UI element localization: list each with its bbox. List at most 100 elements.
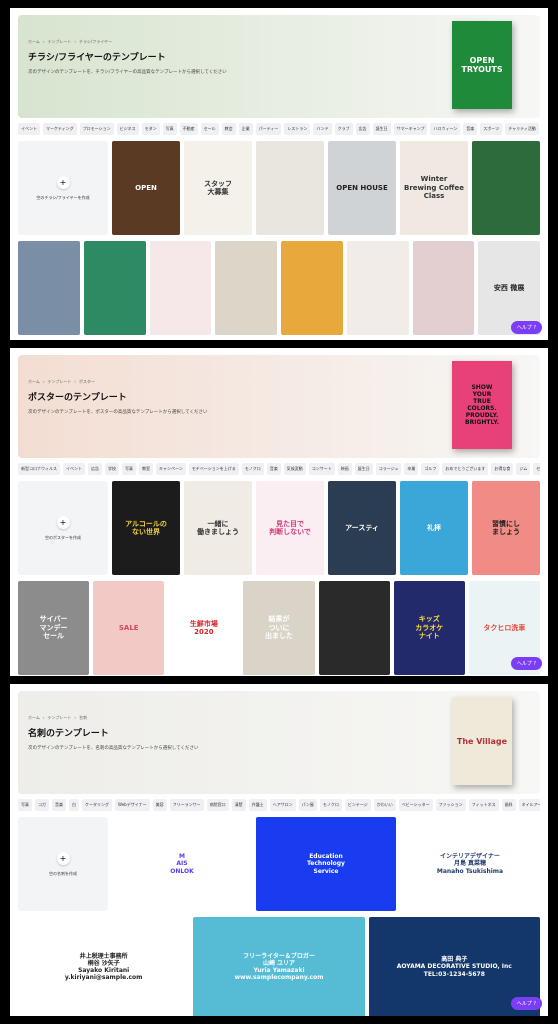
tag-chip[interactable]: フリーランサー (169, 798, 204, 811)
template-thumbnail[interactable]: アースティ (328, 481, 396, 575)
tag-chip[interactable]: キャンペーン (156, 462, 186, 475)
tag-chip[interactable]: おめでとうございます (442, 462, 489, 475)
tag-chip[interactable]: 新型コロナウィルス (18, 462, 60, 475)
tag-chip[interactable]: スポーツ (480, 122, 503, 135)
tag-chip[interactable]: レストラン (284, 122, 311, 135)
breadcrumb-item[interactable]: ホーム (28, 379, 40, 385)
tag-chip[interactable]: 音楽 (266, 462, 281, 475)
tag-chip[interactable]: 広告 (355, 122, 370, 135)
template-thumbnail[interactable] (346, 241, 409, 335)
template-thumbnail[interactable]: M AIS ONLOK (112, 817, 252, 911)
tag-chip[interactable]: パン屋 (298, 798, 317, 811)
template-thumbnail[interactable]: アルコールの ない世界 (112, 481, 180, 575)
tag-chip[interactable]: Webデザイナー (115, 798, 150, 811)
tag-chip[interactable]: 音楽 (463, 122, 478, 135)
tag-chip[interactable]: ジム (516, 462, 531, 475)
tag-chip[interactable]: 卒業 (404, 462, 419, 475)
template-thumbnail[interactable]: OPEN HOUSE (328, 141, 396, 235)
template-thumbnail[interactable]: 井上税理士事務所 桐谷 沙矢子 Sayako Kiritani y.kiriya… (18, 917, 190, 1016)
template-thumbnail[interactable] (472, 141, 540, 235)
template-thumbnail[interactable] (412, 241, 475, 335)
create-blank-button[interactable]: + 空のポスターを作成 (18, 481, 108, 575)
tag-chip[interactable]: サマーキャンプ (393, 122, 428, 135)
tag-chip[interactable]: かわいい (373, 798, 396, 811)
template-thumbnail[interactable]: 生鮮市場 2020 (168, 581, 240, 675)
tag-chip[interactable]: 清楚 (231, 798, 246, 811)
tag-chip[interactable]: 不動産 (179, 122, 198, 135)
breadcrumb-item[interactable]: テンプレート (48, 39, 72, 45)
tag-chip[interactable]: イベント (63, 462, 85, 475)
tag-chip[interactable]: 映画 (337, 462, 352, 475)
tag-chip[interactable]: パーティー (255, 122, 282, 135)
template-thumbnail[interactable]: フリーライター＆ブロガー 山崎 ユリア Yuria Yamazaki www.s… (193, 917, 365, 1016)
tag-chip[interactable]: 誕生日 (354, 462, 373, 475)
template-thumbnail[interactable]: SALE (93, 581, 165, 675)
template-thumbnail[interactable]: 礼拝 (400, 481, 468, 575)
help-button[interactable]: ヘルプ ? (510, 997, 542, 1010)
tag-chip[interactable]: モチベーションを上げる (188, 462, 239, 475)
tag-chip[interactable]: お得な食 (491, 462, 514, 475)
tag-chip[interactable]: セール (533, 462, 540, 475)
template-thumbnail[interactable]: インテリアデザイナー 月島 真菜穂 Manaho Tsukishima (400, 817, 540, 911)
tag-chip[interactable]: 弁護士 (248, 798, 267, 811)
tag-chip[interactable]: モノクロ (241, 462, 264, 475)
template-thumbnail[interactable] (318, 581, 390, 675)
tag-chip[interactable]: チャリティ活動 (505, 122, 539, 135)
template-thumbnail[interactable] (18, 241, 80, 335)
tag-chip[interactable]: 誕生日 (372, 122, 391, 135)
template-thumbnail[interactable] (149, 241, 212, 335)
template-thumbnail[interactable]: スタッフ 大募集 (184, 141, 252, 235)
tag-chip[interactable]: クラブ (334, 122, 353, 135)
tag-chip[interactable]: 白 (69, 798, 79, 811)
tag-chip[interactable]: ベビーシッター (398, 798, 433, 811)
tag-chip[interactable]: 企業 (238, 122, 253, 135)
create-blank-button[interactable]: + 空の名刺を作成 (18, 817, 108, 911)
tag-chip[interactable]: 歯科 (501, 798, 516, 811)
tag-chip[interactable]: 音楽 (52, 798, 66, 811)
tag-chip[interactable]: ハロウィーン (430, 122, 461, 135)
tag-chip[interactable]: イベント (18, 122, 40, 135)
tag-chip[interactable]: 写真 (122, 462, 136, 475)
tag-chip[interactable]: プロモーション (79, 122, 114, 135)
tag-chip[interactable]: 学校 (105, 462, 119, 475)
template-thumbnail[interactable] (215, 241, 277, 335)
tag-chip[interactable]: コラージュ (375, 462, 402, 475)
help-button[interactable]: ヘルプ ? (510, 657, 542, 670)
tag-chip[interactable]: ビンテージ (344, 798, 371, 811)
template-thumbnail[interactable]: Education Technology Service (256, 817, 396, 911)
tag-chip[interactable]: モダン (141, 122, 160, 135)
template-thumbnail[interactable]: 習慣にし ましょう (472, 481, 540, 575)
tag-chip[interactable]: 広告 (88, 462, 102, 475)
template-thumbnail[interactable]: キッズ カラオケ ナイト (393, 581, 465, 675)
tag-chip[interactable]: ネイルアート (518, 798, 540, 811)
template-thumbnail[interactable]: 見た目で 判断しないで (256, 481, 324, 575)
template-thumbnail[interactable]: 結果が ついに 出ました (243, 581, 315, 675)
breadcrumb-item[interactable]: ホーム (28, 39, 40, 45)
tag-chip[interactable]: マーケティング (43, 122, 77, 135)
tag-chip[interactable]: 気候変動 (283, 462, 306, 475)
tag-chip[interactable]: 写真 (162, 122, 177, 135)
tag-chip[interactable]: ビジネス (116, 122, 139, 135)
template-thumbnail[interactable] (281, 241, 343, 335)
tag-chip[interactable]: 写真 (18, 798, 32, 811)
tag-chip[interactable]: フィットネス (468, 798, 499, 811)
tag-chip[interactable]: 美容 (152, 798, 167, 811)
help-button[interactable]: ヘルプ ? (510, 321, 542, 334)
tag-chip[interactable]: コガ (35, 798, 49, 811)
template-thumbnail[interactable] (256, 141, 324, 235)
tag-chip[interactable]: コンサート (308, 462, 335, 475)
tag-chip[interactable]: セール (200, 122, 219, 135)
breadcrumb-item[interactable]: テンプレート (48, 715, 72, 721)
breadcrumb-item[interactable]: テンプレート (48, 379, 72, 385)
template-thumbnail[interactable]: サイバー マンデー セール (18, 581, 90, 675)
tag-chip[interactable]: モノクロ (319, 798, 342, 811)
create-blank-button[interactable]: + 空のチラシ/フライヤーを作成 (18, 141, 108, 235)
breadcrumb-item[interactable]: ホーム (28, 715, 40, 721)
template-thumbnail[interactable] (83, 241, 146, 335)
template-thumbnail[interactable]: 一緒に 働きましょう (184, 481, 252, 575)
tag-chip[interactable]: 教会 (221, 122, 236, 135)
tag-chip[interactable]: ゴルフ (421, 462, 440, 475)
tag-chip[interactable]: 教室 (139, 462, 153, 475)
tag-chip[interactable]: ヘアサロン (269, 798, 296, 811)
template-thumbnail[interactable]: Winter Brewing Coffee Class (400, 141, 468, 235)
